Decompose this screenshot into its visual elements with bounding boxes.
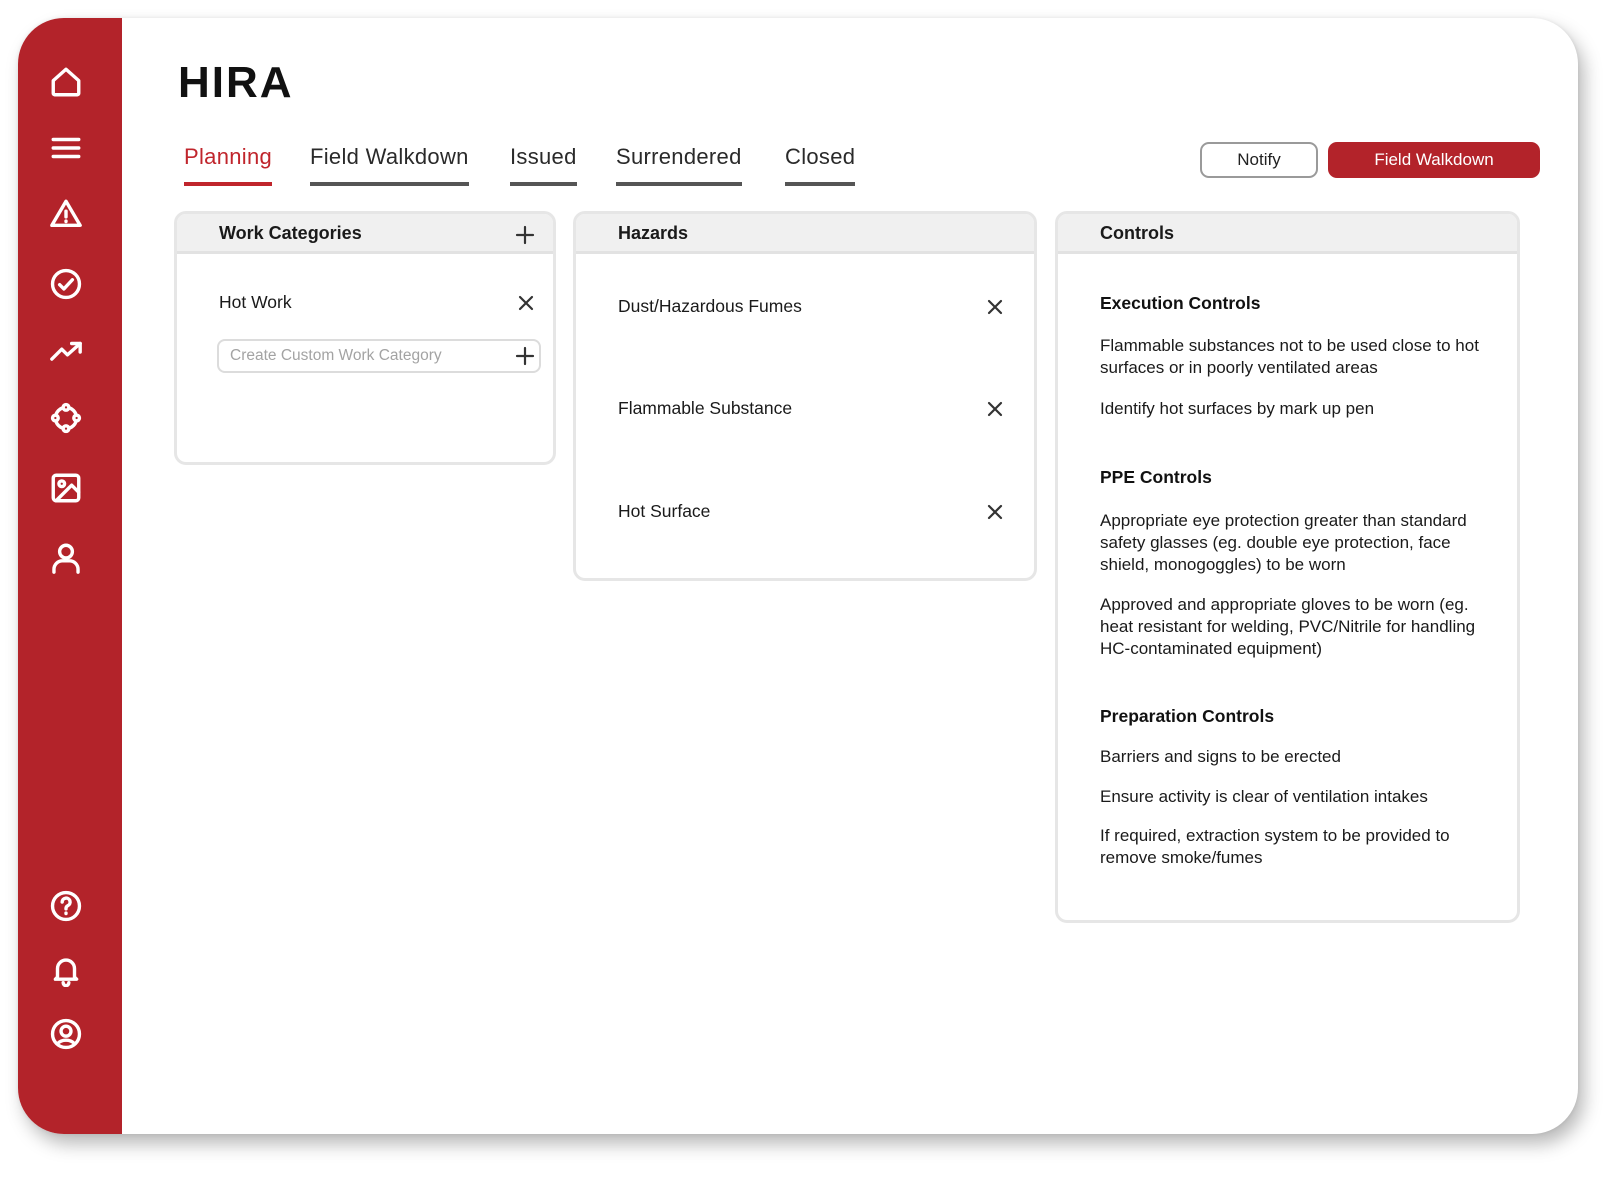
remove-hazard-icon[interactable] [987, 299, 1003, 315]
hazards-title: Hazards [618, 223, 688, 244]
home-icon[interactable] [48, 64, 84, 100]
warning-icon[interactable] [48, 196, 84, 232]
bell-icon[interactable] [48, 952, 84, 988]
execution-controls-heading: Execution Controls [1100, 293, 1260, 314]
account-icon[interactable] [48, 1016, 84, 1052]
controls-title: Controls [1100, 223, 1174, 244]
controls-panel: Controls Execution Controls Flammable su… [1055, 211, 1520, 923]
hazard-item-flammable: Flammable Substance [618, 398, 792, 419]
custom-work-category-input[interactable] [217, 339, 541, 373]
control-item: Identify hot surfaces by mark up pen [1100, 398, 1500, 420]
work-categories-panel: Work Categories Hot Work [174, 211, 556, 465]
tab-issued[interactable]: Issued [510, 144, 577, 186]
trending-up-icon[interactable] [48, 334, 84, 370]
remove-hazard-icon[interactable] [987, 401, 1003, 417]
image-icon[interactable] [48, 470, 84, 506]
control-item: Appropriate eye protection greater than … [1100, 510, 1500, 576]
hazards-header: Hazards [576, 214, 1034, 254]
tab-field-walkdown[interactable]: Field Walkdown [310, 144, 469, 186]
page-title: HIRA [178, 58, 294, 108]
field-walkdown-button[interactable]: Field Walkdown [1328, 142, 1540, 178]
hazard-item-hot-surface: Hot Surface [618, 501, 710, 522]
add-custom-category-icon[interactable] [515, 346, 535, 366]
add-work-category-icon[interactable] [515, 225, 535, 245]
tab-closed[interactable]: Closed [785, 144, 855, 186]
controls-header: Controls [1058, 214, 1517, 254]
network-icon[interactable] [48, 400, 84, 436]
work-categories-header: Work Categories [177, 214, 553, 254]
main-content: HIRA Planning Field Walkdown Issued Surr… [122, 18, 1578, 1134]
sidebar [18, 18, 122, 1134]
menu-icon[interactable] [48, 130, 84, 166]
hazard-item-dust-fumes: Dust/Hazardous Fumes [618, 296, 802, 317]
tab-planning[interactable]: Planning [184, 144, 272, 186]
tab-surrendered[interactable]: Surrendered [616, 144, 742, 186]
help-icon[interactable] [48, 888, 84, 924]
control-item: Flammable substances not to be used clos… [1100, 335, 1500, 379]
remove-hazard-icon[interactable] [987, 504, 1003, 520]
work-categories-title: Work Categories [219, 223, 362, 244]
user-icon[interactable] [48, 540, 84, 576]
hazards-panel: Hazards Dust/Hazardous Fumes Flammable S… [573, 211, 1037, 581]
work-category-item: Hot Work [219, 292, 292, 313]
check-circle-icon[interactable] [48, 266, 84, 302]
control-item: If required, extraction system to be pro… [1100, 825, 1460, 869]
app-window: HIRA Planning Field Walkdown Issued Surr… [18, 18, 1578, 1134]
control-item: Ensure activity is clear of ventilation … [1100, 786, 1500, 808]
remove-work-category-icon[interactable] [518, 295, 534, 311]
control-item: Barriers and signs to be erected [1100, 746, 1500, 768]
ppe-controls-heading: PPE Controls [1100, 467, 1212, 488]
control-item: Approved and appropriate gloves to be wo… [1100, 594, 1500, 660]
preparation-controls-heading: Preparation Controls [1100, 706, 1274, 727]
notify-button[interactable]: Notify [1200, 142, 1318, 178]
